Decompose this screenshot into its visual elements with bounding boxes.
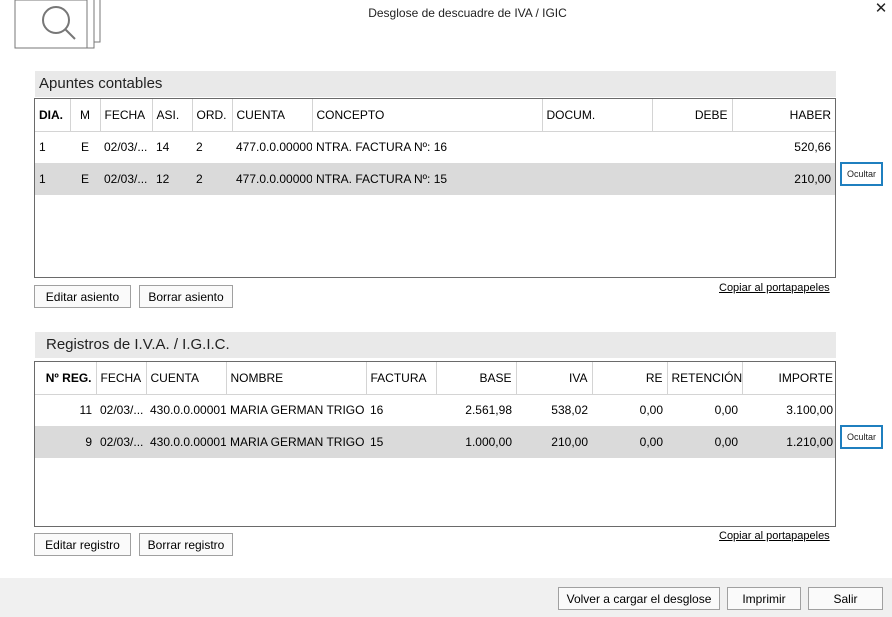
col-header-num-registro[interactable]: Nº REG. <box>35 362 97 395</box>
close-icon[interactable]: ✕ <box>870 0 892 20</box>
col-header-cuenta[interactable]: CUENTA <box>146 362 227 395</box>
exit-button[interactable]: Salir <box>808 587 883 610</box>
apuntes-hide-button[interactable]: Ocultar <box>840 162 883 186</box>
cell-retencion: 0,00 <box>667 426 742 458</box>
col-header-importe[interactable]: IMPORTE <box>742 362 835 395</box>
cell-base: 1.000,00 <box>436 426 516 458</box>
apuntes-section-title: Apuntes contables <box>35 71 836 97</box>
col-header-factura[interactable]: FACTURA <box>366 362 437 395</box>
cell-factura: 16 <box>370 403 384 418</box>
col-header-fecha[interactable]: FECHA <box>100 99 153 132</box>
cell-cuenta: 477.0.0.00000 <box>232 163 312 195</box>
cell-base: 2.561,98 <box>465 403 512 418</box>
cell-m: E <box>80 140 89 155</box>
print-button[interactable]: Imprimir <box>727 587 801 610</box>
cell-asiento: 14 <box>156 140 170 155</box>
cell-num-registro: 9 <box>35 426 96 458</box>
col-header-cuenta[interactable]: CUENTA <box>232 99 313 132</box>
cell-fecha: 02/03/... <box>100 163 152 195</box>
registros-header-row: Nº REG. FECHA CUENTA NOMBRE FACTURA BASE… <box>35 362 835 395</box>
cell-re: 0,00 <box>592 426 667 458</box>
apuntes-copy-clipboard-link[interactable]: Copiar al portapapeles <box>719 282 830 294</box>
cell-fecha: 02/03/... <box>96 426 146 458</box>
registros-hide-button[interactable]: Ocultar <box>840 425 883 449</box>
table-row[interactable]: 1 E 02/03/... 12 2 477.0.0.00000 NTRA. F… <box>35 163 835 195</box>
cell-retencion: 0,00 <box>714 403 738 418</box>
table-row[interactable]: 1 E 02/03/... 14 2 477.0.0.00000 NTRA. F… <box>35 131 835 163</box>
cell-importe: 3.100,00 <box>786 403 833 418</box>
cell-orden: 2 <box>192 163 232 195</box>
cell-fecha: 02/03/... <box>100 403 144 418</box>
reload-breakdown-button[interactable]: Volver a cargar el desglose <box>558 587 720 610</box>
cell-num-registro: 11 <box>79 403 92 418</box>
registros-table[interactable]: Nº REG. FECHA CUENTA NOMBRE FACTURA BASE… <box>34 361 836 527</box>
delete-asiento-button[interactable]: Borrar asiento <box>139 285 233 308</box>
col-header-base[interactable]: BASE <box>436 362 517 395</box>
cell-haber: 520,66 <box>794 140 831 155</box>
col-header-asiento[interactable]: ASI. <box>152 99 193 132</box>
cell-nombre: MARIA GERMAN TRIGO <box>230 403 365 418</box>
cell-cuenta: 477.0.0.00000 <box>236 140 312 155</box>
cell-re: 0,00 <box>639 403 663 418</box>
col-header-orden[interactable]: ORD. <box>192 99 233 132</box>
cell-iva: 538,02 <box>551 403 588 418</box>
cell-m: E <box>70 163 100 195</box>
cell-factura: 15 <box>366 426 436 458</box>
cell-dia: 1 <box>39 140 46 155</box>
table-row[interactable]: 11 02/03/... 430.0.0.00001 MARIA GERMAN … <box>35 394 835 426</box>
cell-concepto: NTRA. FACTURA Nº: 16 <box>316 140 448 155</box>
col-header-re[interactable]: RE <box>592 362 668 395</box>
cell-orden: 2 <box>196 140 203 155</box>
col-header-fecha[interactable]: FECHA <box>96 362 147 395</box>
cell-asiento: 12 <box>152 163 192 195</box>
cell-dia: 1 <box>35 163 70 195</box>
cell-cuenta: 430.0.0.00001 <box>146 426 226 458</box>
col-header-dia[interactable]: DIA. <box>35 99 71 132</box>
cell-haber: 210,00 <box>732 163 835 195</box>
cell-nombre: MARIA GERMAN TRIGO <box>226 426 366 458</box>
registros-copy-clipboard-link[interactable]: Copiar al portapapeles <box>719 530 830 542</box>
cell-importe: 1.210,00 <box>742 426 835 458</box>
cell-debe <box>652 163 732 195</box>
edit-registro-button[interactable]: Editar registro <box>34 533 131 556</box>
col-header-documento[interactable]: DOCUM. <box>542 99 653 132</box>
col-header-m[interactable]: M <box>70 99 101 132</box>
cell-concepto: NTRA. FACTURA Nº: 15 <box>312 163 542 195</box>
cell-iva: 210,00 <box>516 426 592 458</box>
cell-cuenta: 430.0.0.00001 <box>150 403 226 418</box>
apuntes-header-row: DIA. M FECHA ASI. ORD. CUENTA CONCEPTO D… <box>35 99 835 132</box>
registros-section-title: Registros de I.V.A. / I.G.I.C. <box>35 332 836 358</box>
col-header-iva[interactable]: IVA <box>516 362 593 395</box>
delete-registro-button[interactable]: Borrar registro <box>139 533 233 556</box>
col-header-debe[interactable]: DEBE <box>652 99 733 132</box>
cell-documento <box>542 163 652 195</box>
cell-fecha: 02/03/... <box>104 140 148 155</box>
edit-asiento-button[interactable]: Editar asiento <box>34 285 131 308</box>
table-row[interactable]: 9 02/03/... 430.0.0.00001 MARIA GERMAN T… <box>35 426 835 458</box>
col-header-haber[interactable]: HABER <box>732 99 835 132</box>
apuntes-table[interactable]: DIA. M FECHA ASI. ORD. CUENTA CONCEPTO D… <box>34 98 836 278</box>
window-title: Desglose de descuadre de IVA / IGIC <box>368 6 567 20</box>
col-header-retencion[interactable]: RETENCIÓN <box>667 362 743 395</box>
col-header-concepto[interactable]: CONCEPTO <box>312 99 543 132</box>
col-header-nombre[interactable]: NOMBRE <box>226 362 367 395</box>
cell-debe <box>652 131 732 163</box>
cell-documento <box>542 131 652 163</box>
